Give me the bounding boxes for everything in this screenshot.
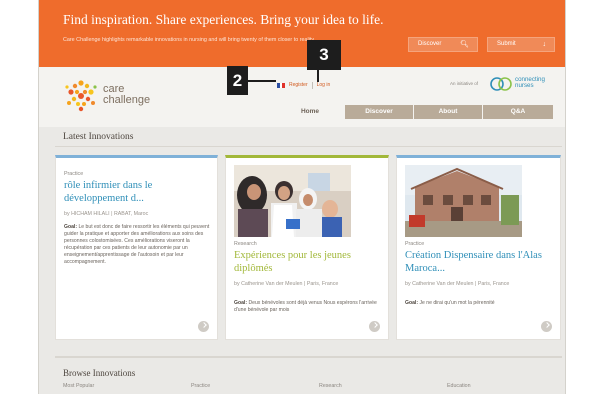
browse-most-popular[interactable]: Most Popular — [63, 383, 94, 389]
innovation-card[interactable]: Practice Création Dispensaire dans l'Ala… — [396, 155, 561, 340]
card-title-link[interactable]: Expériences pour les jeunes diplômés — [234, 249, 384, 275]
logo-line-challenge: challenge — [103, 94, 151, 106]
goal-text: Deux bénévoles sont déjà venus Nous espé… — [234, 300, 377, 313]
card-title-link[interactable]: Création Dispensaire dans l'Alas Maroca.… — [405, 249, 555, 275]
card-goal: Goal: Le but est donc de faire ressortir… — [64, 224, 214, 265]
innovation-card[interactable]: Research Expériences pour les jeunes dip… — [225, 155, 389, 340]
tab-qa[interactable]: Q&A — [483, 105, 554, 119]
card-more-icon[interactable] — [369, 321, 380, 332]
login-link[interactable]: Log in — [317, 82, 331, 88]
card-author: by Catherine Van der Meulen | Paris, Fra… — [234, 281, 339, 287]
innovation-card[interactable]: Practice rôle infirmier dans le développ… — [55, 155, 218, 340]
goal-text: Le but est donc de faire ressortir les é… — [64, 224, 210, 265]
card-goal: Goal: Je ne dirai qu'un mot la pérennité — [405, 300, 555, 307]
main-nav: Home Discover About Q&A — [276, 105, 554, 119]
discover-label: Discover — [418, 41, 442, 47]
card-author: by Catherine Van der Meulen | Paris, Fra… — [405, 281, 510, 287]
card-category: Research — [234, 241, 257, 247]
logo-wordmark: care challenge — [103, 84, 150, 106]
discover-button[interactable]: Discover 🔍︎ — [408, 37, 478, 52]
tab-home[interactable]: Home — [276, 105, 345, 119]
card-title-link[interactable]: rôle infirmier dans le développement d..… — [64, 179, 214, 205]
care-challenge-logo-icon[interactable] — [63, 78, 99, 112]
latest-innovations-title: Latest Innovations — [63, 132, 134, 142]
french-flag-icon[interactable] — [277, 82, 286, 88]
browse-divider — [55, 356, 562, 358]
card-photo-people — [234, 165, 351, 237]
tab-about[interactable]: About — [414, 105, 483, 119]
screenshot-frame: Find inspiration. Share experiences. Bri… — [0, 0, 604, 394]
card-goal: Goal: Deux bénévoles sont déjà venus Nou… — [234, 300, 384, 314]
card-more-icon[interactable] — [541, 321, 552, 332]
care-challenge-page: Find inspiration. Share experiences. Bri… — [38, 0, 566, 394]
goal-label: Goal: — [405, 300, 419, 306]
register-link[interactable]: Register — [289, 82, 308, 88]
browse-innovations-title: Browse Innovations — [63, 368, 136, 378]
partner-name: connecting nurses — [515, 76, 545, 89]
card-category: Practice — [64, 171, 84, 177]
browse-practice[interactable]: Practice — [191, 383, 210, 389]
browse-research[interactable]: Research — [319, 383, 342, 389]
annotation-badge-3: 3 — [307, 40, 341, 70]
tab-discover[interactable]: Discover — [345, 105, 414, 119]
card-author: by HICHAM HILALI | RABAT, Maroc — [64, 211, 149, 217]
partner-name-line2: nurses — [515, 82, 534, 89]
browse-education[interactable]: Education — [447, 383, 471, 389]
annotation-pointer-2 — [248, 80, 276, 82]
hero-banner: Find inspiration. Share experiences. Bri… — [39, 0, 565, 67]
card-photo-building — [405, 165, 522, 237]
submit-button[interactable]: Submit ↓ — [487, 37, 555, 52]
arrow-down-icon: ↓ — [542, 41, 547, 48]
annotation-pointer-3 — [317, 70, 319, 82]
partner-label: An initiative of — [450, 81, 479, 86]
connecting-nurses-logo-icon[interactable] — [485, 75, 515, 92]
section-divider — [55, 146, 562, 147]
card-more-icon[interactable] — [198, 321, 209, 332]
goal-label: Goal: — [234, 300, 248, 306]
banner-headline: Find inspiration. Share experiences. Bri… — [63, 12, 384, 27]
account-links: Register Log in — [277, 80, 330, 90]
submit-label: Submit — [497, 41, 516, 47]
card-category: Practice — [405, 241, 425, 247]
link-separator — [311, 81, 313, 89]
annotation-badge-2: 2 — [227, 66, 248, 95]
goal-text: Je ne dirai qu'un mot la pérennité — [419, 300, 495, 306]
search-icon: 🔍︎ — [460, 41, 469, 48]
goal-label: Goal: — [64, 224, 78, 230]
